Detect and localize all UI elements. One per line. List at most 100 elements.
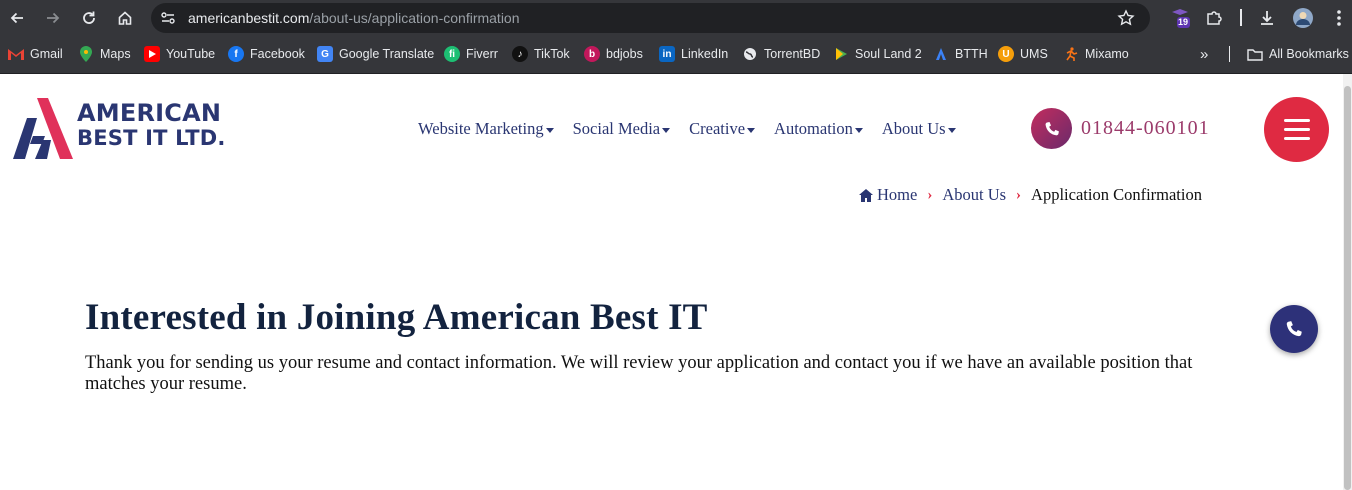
bookmark-label: Mixamo bbox=[1085, 47, 1129, 61]
caret-down-icon bbox=[947, 127, 956, 133]
extension-badge-button[interactable]: 19 bbox=[1168, 6, 1192, 30]
site-settings-icon[interactable] bbox=[159, 9, 177, 27]
avatar bbox=[1293, 8, 1313, 28]
btth-icon bbox=[933, 46, 949, 62]
breadcrumb-home-link[interactable]: Home bbox=[877, 185, 917, 205]
bookmark-label: UMS bbox=[1020, 47, 1048, 61]
toolbar-divider bbox=[1240, 9, 1242, 26]
logo-line-2: BEST IT LTD. bbox=[77, 126, 226, 150]
bookmark-soul-land[interactable]: Soul Land 2 bbox=[833, 36, 922, 72]
bdjobs-icon: b bbox=[584, 46, 600, 62]
chevron-right-icon: › bbox=[927, 186, 933, 203]
home-button[interactable] bbox=[111, 4, 139, 32]
scrollbar-thumb[interactable] bbox=[1344, 86, 1351, 490]
reload-button[interactable] bbox=[75, 4, 103, 32]
nav-creative[interactable]: Creative bbox=[689, 118, 756, 140]
bookmark-google-translate[interactable]: G Google Translate bbox=[317, 36, 434, 72]
floating-call-button[interactable] bbox=[1270, 305, 1318, 353]
bookmark-maps[interactable]: Maps bbox=[78, 36, 131, 72]
forward-arrow-icon bbox=[47, 12, 60, 24]
breadcrumb-current: Application Confirmation bbox=[1031, 185, 1202, 204]
address-bar[interactable]: americanbestit.com/about-us/application-… bbox=[151, 3, 1150, 33]
page-title: Interested in Joining American Best IT bbox=[85, 297, 708, 338]
site-header: AMERICAN BEST IT LTD. Website Marketing … bbox=[0, 74, 1352, 184]
browser-menu-button[interactable] bbox=[1327, 6, 1351, 30]
bookmark-facebook[interactable]: f Facebook bbox=[228, 36, 305, 72]
home-icon bbox=[859, 188, 873, 202]
google-translate-icon: G bbox=[317, 46, 333, 62]
bookmark-label: YouTube bbox=[166, 47, 216, 61]
bookmark-youtube[interactable]: YouTube bbox=[144, 36, 215, 72]
bookmark-label: LinkedIn bbox=[681, 47, 729, 61]
breadcrumb: Home › About Us › Application Confirmati… bbox=[859, 184, 1202, 206]
gmail-icon bbox=[8, 46, 24, 62]
nav-social-media[interactable]: Social Media bbox=[573, 118, 671, 140]
bookmark-label: BTTH bbox=[955, 47, 988, 61]
downloads-button[interactable] bbox=[1255, 6, 1279, 30]
forward-button[interactable] bbox=[39, 4, 67, 32]
fiverr-icon: fi bbox=[444, 46, 460, 62]
nav-about-us[interactable]: About Us bbox=[882, 118, 956, 140]
facebook-icon: f bbox=[228, 46, 244, 62]
phone-number-link[interactable]: 01844-060101 bbox=[1081, 117, 1210, 140]
site-logo[interactable]: AMERICAN BEST IT LTD. bbox=[13, 98, 238, 162]
bookmark-label: Facebook bbox=[250, 47, 305, 61]
phone-call-button[interactable] bbox=[1031, 108, 1072, 149]
bookmarks-bar: Gmail Maps YouTube f Facebook G Google Tra… bbox=[0, 36, 1352, 74]
bookmark-tiktok[interactable]: ♪ TikTok bbox=[512, 36, 570, 72]
globe-icon bbox=[742, 46, 758, 62]
nav-label: About Us bbox=[881, 119, 946, 138]
hamburger-menu-button[interactable] bbox=[1264, 97, 1329, 162]
phone-icon bbox=[1286, 321, 1302, 337]
maps-icon bbox=[78, 46, 94, 62]
profile-button[interactable] bbox=[1291, 6, 1315, 30]
breadcrumb-about-link[interactable]: About Us bbox=[942, 185, 1006, 205]
play-icon bbox=[833, 46, 849, 62]
nav-label: Website Marketing bbox=[418, 119, 544, 138]
reload-icon bbox=[83, 11, 95, 24]
bookmark-ums[interactable]: U UMS bbox=[998, 36, 1048, 72]
linkedin-icon: in bbox=[659, 46, 675, 62]
page-scrollbar[interactable] bbox=[1343, 74, 1352, 490]
bookmark-label: Fiverr bbox=[466, 47, 498, 61]
nav-automation[interactable]: Automation bbox=[774, 118, 863, 140]
caret-down-icon bbox=[747, 127, 756, 133]
hamburger-bar bbox=[1283, 119, 1310, 122]
confirmation-message: Thank you for sending us your resume and… bbox=[85, 353, 1193, 394]
kebab-menu-icon bbox=[1337, 10, 1341, 26]
bookmark-torrentbd[interactable]: TorrentBD bbox=[742, 36, 820, 72]
browser-toolbar: americanbestit.com/about-us/application-… bbox=[0, 0, 1352, 36]
youtube-icon bbox=[144, 46, 160, 62]
bookmark-btth[interactable]: BTTH bbox=[933, 36, 988, 72]
bookmarks-overflow-button[interactable]: » bbox=[1200, 36, 1208, 72]
url-path: /about-us/application-confirmation bbox=[309, 10, 520, 26]
main-navigation: Website Marketing Social Media Creative … bbox=[418, 118, 975, 140]
home-icon bbox=[118, 11, 132, 25]
url-text[interactable]: americanbestit.com/about-us/application-… bbox=[188, 10, 520, 26]
bookmarks-divider bbox=[1229, 46, 1230, 62]
caret-down-icon bbox=[662, 127, 671, 133]
bookmark-label: Maps bbox=[100, 47, 131, 61]
all-bookmarks-label: All Bookmarks bbox=[1269, 47, 1349, 61]
extensions-button[interactable] bbox=[1202, 6, 1226, 30]
logo-text: AMERICAN BEST IT LTD. bbox=[77, 101, 226, 151]
bookmark-star-icon[interactable] bbox=[1117, 9, 1135, 27]
hamburger-bar bbox=[1283, 128, 1310, 131]
bookmark-label: TikTok bbox=[534, 47, 570, 61]
extension-badge-count: 19 bbox=[1178, 17, 1189, 27]
logo-mark-icon bbox=[13, 98, 73, 159]
all-bookmarks-button[interactable]: All Bookmarks bbox=[1247, 36, 1349, 72]
url-domain: americanbestit.com bbox=[188, 10, 310, 26]
bookmark-bdjobs[interactable]: b bdjobs bbox=[584, 36, 643, 72]
chevron-right-icon: › bbox=[1016, 186, 1022, 203]
bookmark-label: Gmail bbox=[30, 47, 63, 61]
puzzle-icon bbox=[1207, 11, 1222, 25]
nav-website-marketing[interactable]: Website Marketing bbox=[418, 118, 554, 140]
bookmark-fiverr[interactable]: fi Fiverr bbox=[444, 36, 498, 72]
chevron-double-right-icon: » bbox=[1200, 45, 1209, 63]
bookmark-gmail[interactable]: Gmail bbox=[8, 36, 63, 72]
bookmark-linkedin[interactable]: in LinkedIn bbox=[659, 36, 728, 72]
download-icon bbox=[1261, 11, 1273, 25]
back-button[interactable] bbox=[3, 4, 31, 32]
bookmark-mixamo[interactable]: Mixamo bbox=[1063, 36, 1129, 72]
